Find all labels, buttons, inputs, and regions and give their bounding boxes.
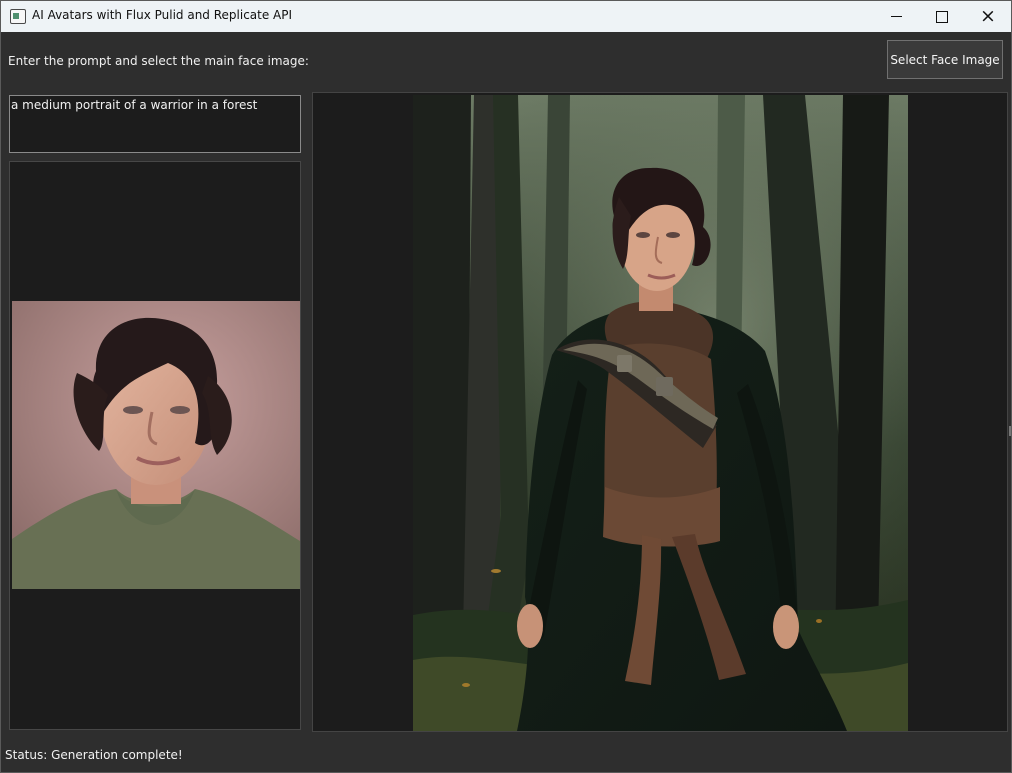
application-window: AI Avatars with Flux Pulid and Replicate…: [0, 0, 1012, 773]
select-face-image-button[interactable]: Select Face Image: [887, 40, 1003, 79]
prompt-label: Enter the prompt and select the main fac…: [8, 54, 309, 68]
minimize-icon: [890, 16, 902, 17]
close-icon: ×: [980, 5, 996, 27]
generated-avatar-image: [413, 95, 908, 731]
generated-image-panel: [312, 92, 1008, 732]
maximize-button[interactable]: [919, 1, 965, 32]
status-text: Status: Generation complete!: [5, 748, 183, 762]
forest-warrior-illustration: [413, 95, 908, 731]
selected-face-image: [12, 301, 300, 589]
title-bar[interactable]: AI Avatars with Flux Pulid and Replicate…: [1, 1, 1011, 32]
window-title: AI Avatars with Flux Pulid and Replicate…: [32, 8, 293, 22]
resize-grip[interactable]: [1009, 426, 1011, 436]
maximize-icon: [936, 10, 948, 23]
face-image-panel: [9, 161, 301, 730]
prompt-input[interactable]: a medium portrait of a warrior in a fore…: [9, 95, 301, 153]
close-button[interactable]: ×: [965, 1, 1011, 32]
app-icon: [10, 9, 26, 24]
face-portrait-illustration: [12, 301, 300, 589]
minimize-button[interactable]: [873, 1, 919, 32]
